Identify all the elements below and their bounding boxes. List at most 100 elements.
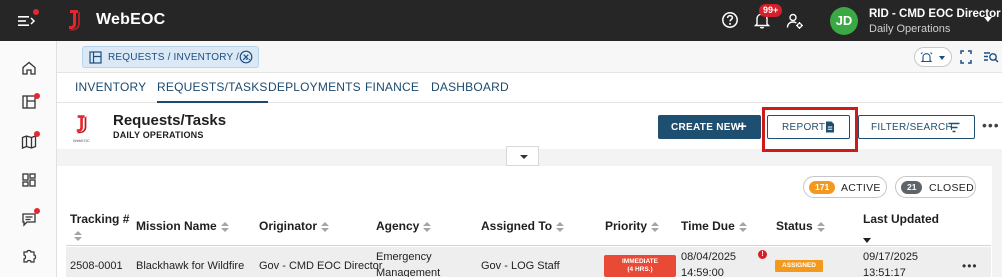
sort-icon[interactable]: [651, 221, 660, 232]
sort-icon[interactable]: [423, 221, 432, 232]
tab-dashboard[interactable]: DASHBOARD: [431, 80, 509, 94]
cell-tracking: 2508-0001: [70, 260, 123, 272]
closed-filter-pill[interactable]: 21 CLOSED: [895, 176, 976, 198]
alerts-dropdown-button[interactable]: [914, 47, 952, 67]
help-icon[interactable]: [721, 11, 739, 29]
column-status-label: Status: [776, 219, 813, 233]
app-title: WebEOC: [96, 11, 166, 28]
column-assigned-to-label: Assigned To: [481, 219, 553, 233]
page-subtitle: DAILY OPERATIONS: [113, 130, 204, 140]
home-icon[interactable]: [21, 60, 37, 76]
open-tabs-strip: REQUESTS / INVENTORY / ...: [57, 41, 1002, 73]
create-new-button[interactable]: CREATE NEW +: [658, 115, 761, 139]
sort-icon[interactable]: [74, 230, 82, 241]
cell-mission-name: Blackhawk for Wildfire: [136, 260, 245, 272]
open-tab-requests-inventory[interactable]: REQUESTS / INVENTORY / ...: [82, 46, 259, 68]
column-time-due-label: Time Due: [681, 219, 735, 233]
cell-originator: Gov - CMD EOC Director: [259, 260, 383, 272]
column-priority[interactable]: Priority: [605, 219, 660, 233]
user-avatar[interactable]: JD: [830, 7, 858, 35]
cell-updated-time: 13:51:17: [863, 267, 906, 277]
cell-updated-date: 09/17/2025: [863, 251, 919, 263]
cell-time-due-date: 08/04/2025: [681, 251, 737, 263]
sort-icon[interactable]: [738, 221, 747, 232]
closed-count-badge: 21: [901, 181, 923, 194]
create-new-label: CREATE NEW: [671, 122, 741, 133]
column-assigned-to[interactable]: Assigned To: [481, 219, 565, 233]
sort-icon[interactable]: [220, 221, 229, 232]
close-tab-icon[interactable]: [239, 50, 253, 64]
menu-notification-dot: [33, 9, 39, 15]
map-notification-dot: [34, 131, 40, 137]
user-settings-icon[interactable]: [786, 12, 804, 30]
column-last-updated-label: Last Updated: [863, 212, 940, 226]
priority-badge-line1: IMMEDIATE: [622, 258, 658, 265]
row-actions-icon[interactable]: •••: [962, 259, 978, 273]
column-originator-label: Originator: [259, 219, 318, 233]
chevron-down-icon: [939, 56, 945, 60]
column-mission-name[interactable]: Mission Name: [136, 219, 229, 233]
webeoc-logo-icon: [69, 10, 80, 31]
priority-badge: IMMEDIATE (4 HRS.): [604, 255, 676, 277]
active-filter-pill[interactable]: 171 ACTIVE: [803, 176, 887, 198]
column-last-updated[interactable]: Last Updated: [863, 212, 939, 246]
page-title: Requests/Tasks: [113, 112, 227, 129]
fullscreen-icon[interactable]: [959, 47, 973, 67]
sort-icon[interactable]: [556, 221, 565, 232]
section-tabs: INVENTORY REQUESTS/TASKS DEPLOYMENTS FIN…: [57, 73, 1002, 103]
notifications-badge: 99+: [759, 4, 783, 17]
column-time-due[interactable]: Time Due: [681, 219, 747, 233]
status-badge: ASSIGNED: [775, 260, 823, 272]
search-list-icon[interactable]: [983, 47, 999, 67]
open-tab-label: REQUESTS / INVENTORY / ...: [108, 52, 252, 63]
active-count-badge: 171: [809, 181, 836, 194]
messages-notification-dot: [34, 208, 40, 214]
priority-badge-line2: (4 HRS.): [627, 266, 653, 273]
column-tracking[interactable]: Tracking #: [70, 212, 129, 242]
cell-agency-line2: Management: [376, 267, 441, 277]
page-logo-caption: WebEOC: [73, 138, 90, 143]
column-originator[interactable]: Originator: [259, 219, 330, 233]
sort-descending-icon[interactable]: [863, 238, 871, 243]
sort-icon[interactable]: [816, 221, 825, 232]
column-agency[interactable]: Agency: [376, 219, 432, 233]
plus-icon: +: [738, 118, 748, 135]
user-name[interactable]: RID - CMD EOC Director: [869, 8, 1001, 20]
column-mission-name-label: Mission Name: [136, 219, 217, 233]
table-header: Tracking # Mission Name Originator Agenc…: [66, 206, 991, 246]
tab-deployments[interactable]: DEPLOYMENTS: [268, 80, 361, 94]
tab-requests-tasks[interactable]: REQUESTS/TASKS: [157, 80, 268, 103]
board-tab-icon: [89, 51, 102, 64]
sort-icon[interactable]: [321, 221, 330, 232]
user-menu-caret-icon[interactable]: [984, 17, 992, 22]
active-filter-label: ACTIVE: [841, 182, 881, 194]
tab-finance[interactable]: FINANCE: [365, 80, 419, 94]
user-position: Daily Operations: [869, 23, 951, 35]
column-tracking-label: Tracking #: [70, 212, 130, 226]
page-header: WebEOC Requests/Tasks DAILY OPERATIONS C…: [57, 103, 1002, 152]
column-status[interactable]: Status: [776, 219, 825, 233]
filter-search-label: FILTER/SEARCH: [871, 122, 954, 133]
column-priority-label: Priority: [605, 219, 648, 233]
collapse-toggle-button[interactable]: [506, 146, 539, 166]
column-agency-label: Agency: [376, 219, 420, 233]
plugins-icon[interactable]: [21, 248, 37, 264]
cell-time-due-time: 14:59:00: [681, 267, 724, 277]
page-logo-icon: [76, 115, 87, 134]
dashboard-icon[interactable]: [21, 172, 37, 188]
overdue-alert-icon: !: [758, 250, 767, 259]
top-bar: WebEOC 99+ JD RID - CMD EOC Director Dai…: [0, 0, 1002, 41]
filter-icon: [948, 122, 960, 133]
more-options-icon[interactable]: •••: [982, 117, 1000, 133]
cell-agency-line1: Emergency: [376, 251, 432, 263]
sidebar: [0, 41, 57, 277]
bell-outline-icon: [920, 52, 933, 63]
table-row[interactable]: 2508-0001 Blackhawk for Wildfire Gov - C…: [66, 247, 991, 277]
cell-assigned-to: Gov - LOG Staff: [481, 260, 560, 272]
closed-filter-label: CLOSED: [929, 182, 974, 194]
caret-down-icon: [520, 155, 528, 159]
report-highlight-box: [762, 107, 858, 152]
filter-search-button[interactable]: FILTER/SEARCH: [858, 115, 975, 139]
tab-inventory[interactable]: INVENTORY: [75, 80, 146, 94]
boards-notification-dot: [34, 93, 40, 99]
